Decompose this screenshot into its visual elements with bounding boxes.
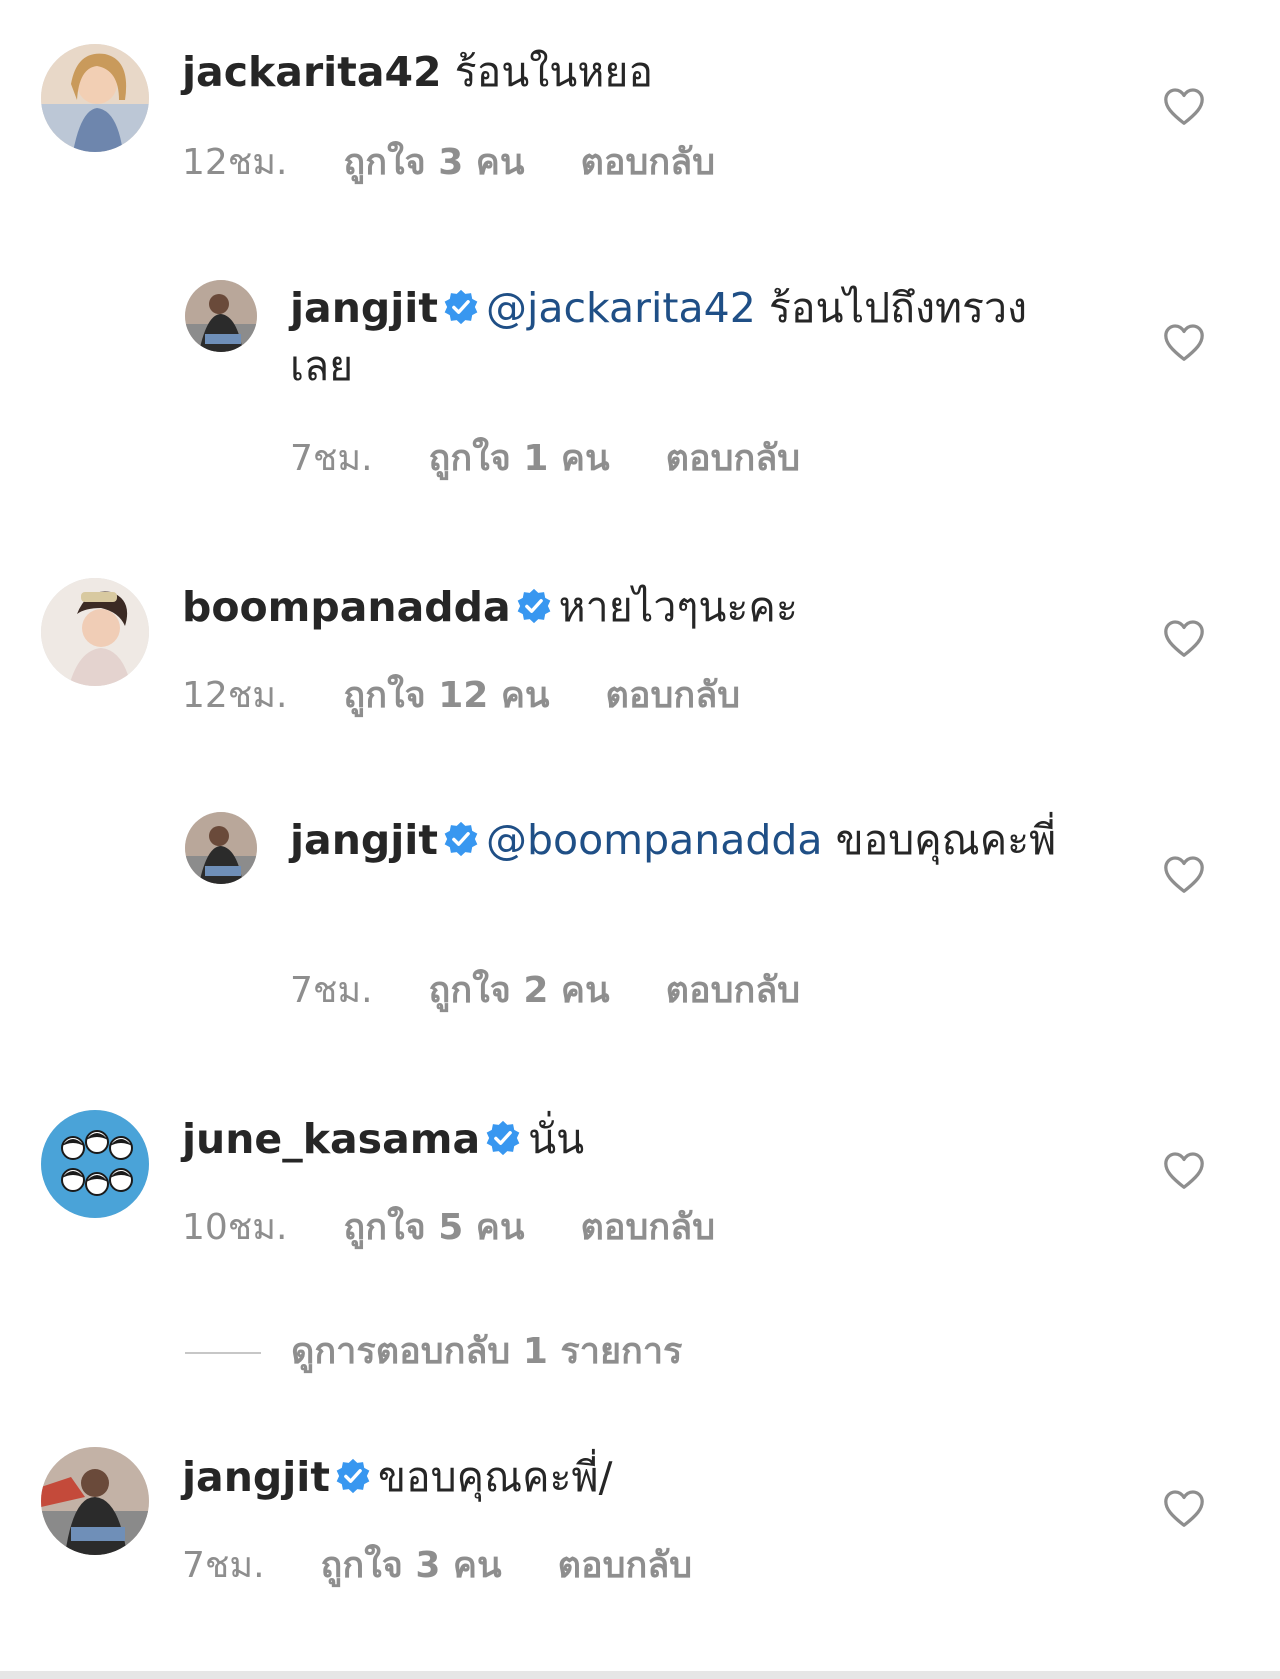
comment-meta: 7ชม. ถูกใจ 3 คน ตอบกลับ [182,1536,692,1593]
like-count[interactable]: ถูกใจ 3 คน [321,1536,502,1593]
heart-icon[interactable] [1162,86,1206,126]
view-replies-button[interactable]: ดูการตอบกลับ 1 รายการ [185,1322,682,1372]
comment-body: boompanadda หายไวๆนะคะ [182,578,1082,636]
view-replies-label: ดูการตอบกลับ 1 รายการ [291,1331,683,1372]
verified-badge-icon [484,1114,522,1156]
username[interactable]: boompanadda [182,583,511,631]
timestamp: 12ชม. [182,675,288,716]
like-count[interactable]: ถูกใจ 12 คน [343,666,549,723]
avatar[interactable] [41,578,149,686]
heart-icon[interactable] [1162,1488,1206,1528]
comment-text: นั่น [528,1115,585,1163]
avatar[interactable] [41,1447,149,1555]
bottom-divider [0,1671,1280,1679]
username[interactable]: jangjit [182,1453,330,1501]
username[interactable]: june_kasama [182,1115,480,1163]
like-count[interactable]: ถูกใจ 3 คน [343,133,524,190]
avatar[interactable] [185,280,257,352]
reply-button[interactable]: ตอบกลับ [666,429,801,486]
mention-link[interactable]: @jackarita42 [486,284,756,332]
like-count[interactable]: ถูกใจ 2 คน [429,961,610,1018]
timestamp: 7ชม. [290,970,373,1011]
like-count[interactable]: ถูกใจ 5 คน [343,1198,524,1255]
view-replies-divider [185,1352,261,1354]
username[interactable]: jangjit [290,284,438,332]
like-count[interactable]: ถูกใจ 1 คน [429,429,610,486]
comment-text: ขอบคุณคะพี่/ [377,1453,613,1501]
timestamp: 10ชม. [182,1207,288,1248]
heart-icon[interactable] [1162,322,1206,362]
reply-button[interactable]: ตอบกลับ [558,1536,693,1593]
comment-text: ขอบคุณคะพี่ [822,816,1057,864]
comment-text: ร้อนในหยอ [441,48,653,96]
reply-button[interactable]: ตอบกลับ [581,1198,716,1255]
avatar[interactable] [185,812,257,884]
comment-meta: 7ชม. ถูกใจ 2 คน ตอบกลับ [290,961,800,1018]
timestamp: 7ชม. [290,438,373,479]
avatar[interactable] [41,1110,149,1218]
username[interactable]: jackarita42 [182,48,442,96]
comment-meta: 12ชม. ถูกใจ 3 คน ตอบกลับ [182,133,715,190]
timestamp: 12ชม. [182,142,288,183]
reply-button[interactable]: ตอบกลับ [581,133,716,190]
comment-meta: 7ชม. ถูกใจ 1 คน ตอบกลับ [290,429,800,486]
reply-button[interactable]: ตอบกลับ [666,961,801,1018]
comment-body: jangjit ขอบคุณคะพี่/ [182,1448,1082,1506]
comment-body: jackarita42 ร้อนในหยอ [182,43,1082,101]
mention-link[interactable]: @boompanadda [486,816,823,864]
avatar[interactable] [41,44,149,152]
heart-icon[interactable] [1162,1150,1206,1190]
comment-meta: 10ชม. ถูกใจ 5 คน ตอบกลับ [182,1198,715,1255]
comment-body: jangjit @jackarita42 ร้อนไปถึงทรวงเลย [290,279,1090,395]
comment-meta: 12ชม. ถูกใจ 12 คน ตอบกลับ [182,666,740,723]
verified-badge-icon [515,582,553,624]
comment-body: jangjit @boompanadda ขอบคุณคะพี่ [290,811,1090,869]
verified-badge-icon [442,815,480,857]
verified-badge-icon [334,1452,372,1494]
timestamp: 7ชม. [182,1545,265,1586]
comment-text: หายไวๆนะคะ [558,583,798,631]
username[interactable]: jangjit [290,816,438,864]
verified-badge-icon [442,283,480,325]
heart-icon[interactable] [1162,618,1206,658]
heart-icon[interactable] [1162,854,1206,894]
comment-body: june_kasama นั่น [182,1110,1082,1168]
reply-button[interactable]: ตอบกลับ [606,666,741,723]
